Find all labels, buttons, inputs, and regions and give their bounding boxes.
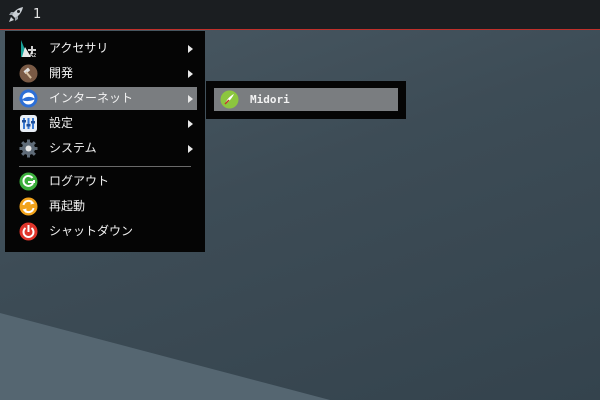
midori-browser-icon: [220, 90, 239, 109]
menu-item-accessories[interactable]: Az アクセサリ: [13, 37, 197, 60]
menu-item-label: Midori: [250, 93, 290, 106]
top-panel: 1: [0, 0, 600, 30]
menu-item-label: 再起動: [49, 199, 86, 213]
menu-item-internet[interactable]: インターネット: [13, 87, 197, 110]
power-icon: [19, 222, 38, 241]
internet-globe-icon: [19, 89, 38, 108]
submenu-arrow-icon: [188, 95, 193, 103]
application-menu: Az アクセサリ 開発 インターネット 設定 システム ログアウト 再起動 シャ…: [5, 31, 205, 252]
app-launcher-button[interactable]: [4, 3, 28, 27]
menu-item-settings[interactable]: 設定: [13, 112, 197, 135]
menu-item-label: 開発: [49, 66, 74, 80]
rocket-icon: [9, 7, 23, 22]
submenu-arrow-icon: [188, 145, 193, 153]
submenu-arrow-icon: [188, 120, 193, 128]
internet-submenu: Midori: [206, 81, 406, 119]
menu-item-label: 設定: [49, 116, 74, 130]
logout-icon: [19, 172, 38, 191]
menu-item-label: システム: [49, 141, 97, 155]
svg-text:Az: Az: [29, 52, 36, 58]
submenu-arrow-icon: [188, 70, 193, 78]
menu-item-label: アクセサリ: [49, 41, 109, 55]
menu-item-development[interactable]: 開発: [13, 62, 197, 85]
gear-icon: [19, 139, 38, 158]
menu-item-shutdown[interactable]: シャットダウン: [13, 220, 197, 243]
menu-item-label: シャットダウン: [49, 224, 134, 238]
menu-item-restart[interactable]: 再起動: [13, 195, 197, 218]
accessories-icon: Az: [19, 39, 38, 58]
workspace-indicator[interactable]: 1: [33, 7, 41, 23]
submenu-arrow-icon: [188, 45, 193, 53]
menu-item-system[interactable]: システム: [13, 137, 197, 160]
menu-item-logout[interactable]: ログアウト: [13, 170, 197, 193]
restart-icon: [19, 197, 38, 216]
menu-item-label: ログアウト: [49, 174, 110, 188]
submenu-item-midori[interactable]: Midori: [214, 88, 398, 111]
menu-separator: [19, 166, 191, 167]
menu-item-label: インターネット: [49, 91, 134, 105]
settings-icon: [19, 114, 38, 133]
hammer-icon: [19, 64, 38, 83]
